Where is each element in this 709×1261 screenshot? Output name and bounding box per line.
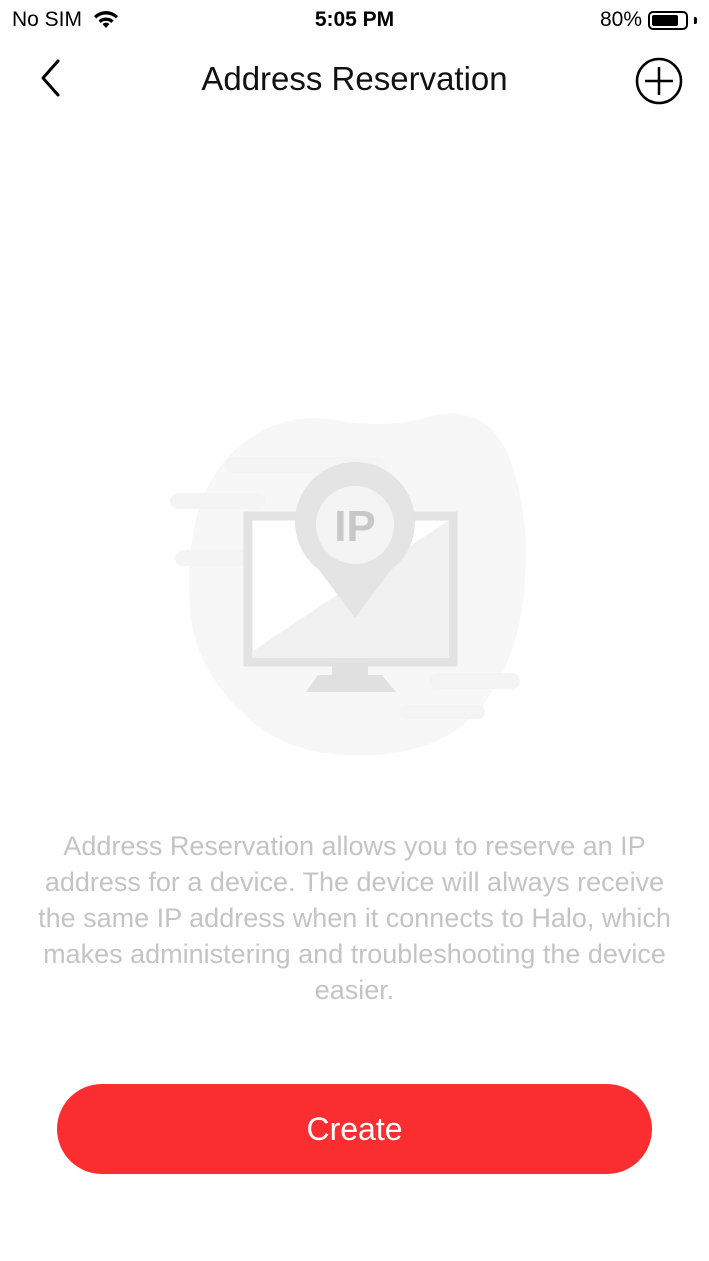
plus-circle-icon [635,57,683,105]
add-button[interactable] [635,57,683,105]
status-right: 80% [600,8,697,32]
battery-percentage: 80% [599,8,642,31]
nav-bar: Address Reservation [0,40,709,124]
ip-label: IP [334,502,376,551]
battery-cap [694,16,697,24]
page-title: Address Reservation [201,60,508,97]
battery-fill [652,14,678,26]
create-button[interactable]: Create [57,1084,652,1174]
status-bar: No SIM 5:05 PM 80% [0,0,709,40]
monitor-ip-pin-icon: IP [170,413,526,756]
battery-icon [648,10,688,30]
ip-illustration: IP [160,405,550,765]
description-text: Address Reservation allows you to reserv… [38,831,671,1005]
